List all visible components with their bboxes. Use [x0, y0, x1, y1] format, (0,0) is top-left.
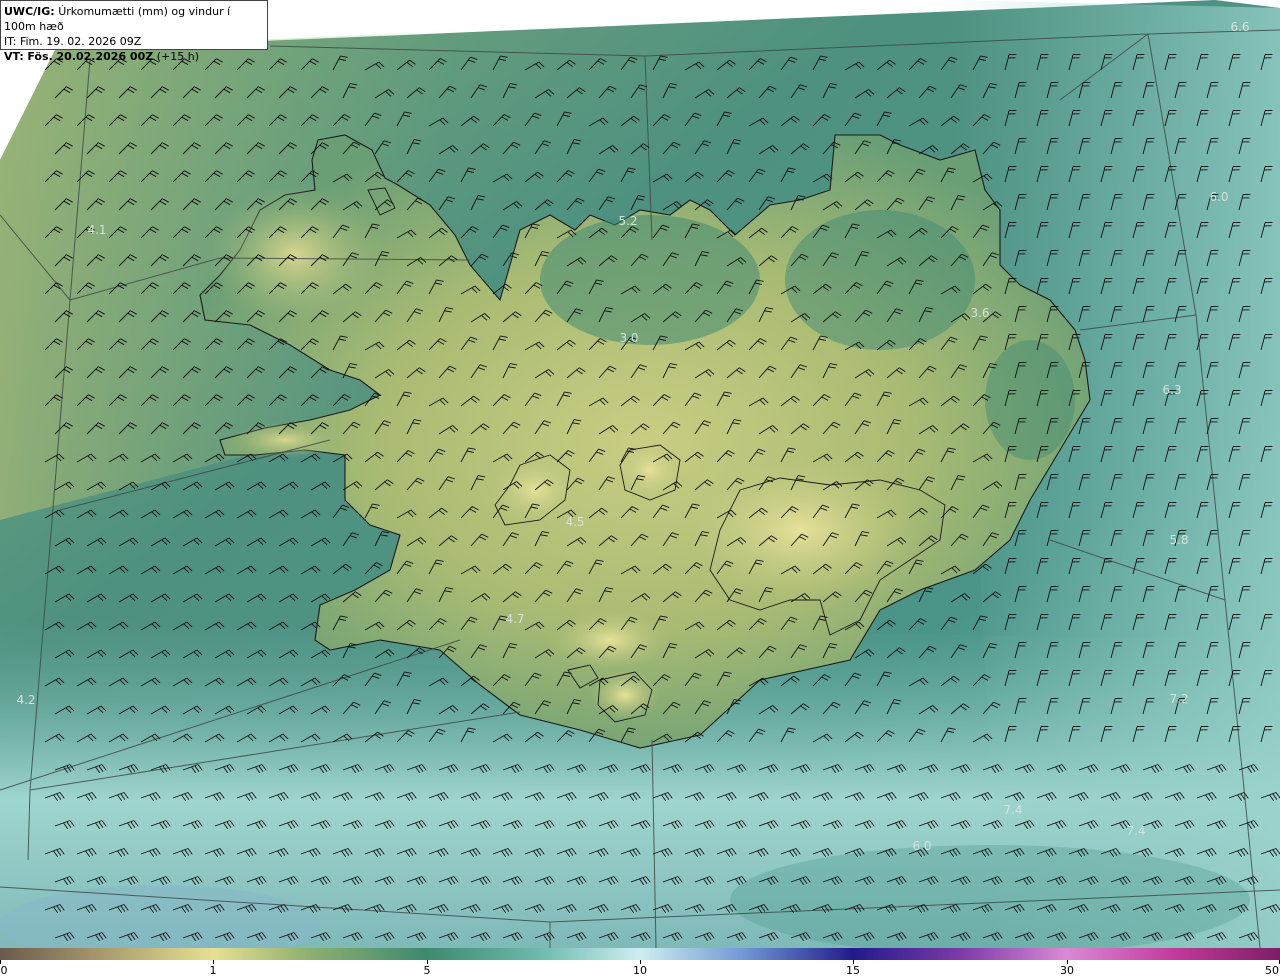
map-info-box: UWC/IG: Úrkomumætti (mm) og vindur í 100…	[0, 0, 268, 63]
colorbar-tick-label: 15	[846, 964, 860, 977]
precip-value-label: 7.4	[1126, 824, 1146, 838]
colorbar-tick-label: 1	[209, 964, 217, 977]
precip-value-label: 6.0	[1209, 190, 1229, 204]
precip-value-label: 7.2	[1169, 692, 1189, 706]
model-name: UWC/IG:	[4, 5, 55, 18]
valid-time-label: VT:	[4, 50, 24, 63]
precip-value-label: 5.2	[618, 214, 638, 228]
colorbar-tick-label: 10	[633, 964, 647, 977]
precip-value-label: 7.4	[1003, 803, 1023, 817]
precip-value-label: 6.3	[1162, 383, 1182, 397]
colorbar-tick-label: 50	[1265, 964, 1279, 977]
colorbar-tick-label: 5	[423, 964, 431, 977]
precip-value-label: 4.5	[565, 515, 585, 529]
precip-value-label: 5.8	[1169, 533, 1189, 547]
weather-map	[0, 0, 1280, 948]
lead-time: (+15 h)	[156, 50, 199, 63]
valid-time-line: VT: Fös. 20.02.2026 00Z (+15 h)	[4, 49, 264, 64]
precip-value-label: 4.1	[87, 223, 107, 237]
colorbar-tick-label: 30	[1060, 964, 1074, 977]
colorbar-tick-label: 0	[0, 964, 8, 977]
precip-value-label: 3.0	[619, 331, 639, 345]
valid-time: Fös. 20.02.2026 00Z	[27, 50, 154, 63]
issue-time: Fim. 19. 02. 2026 09Z	[19, 35, 142, 48]
colorbar: 0 1 5 10 15 30 50	[0, 948, 1280, 978]
precip-value-label: 4.7	[505, 612, 525, 626]
precip-value-label: 3.6	[970, 306, 990, 320]
colorbar-strip	[0, 948, 1280, 960]
issue-time-line: IT: Fim. 19. 02. 2026 09Z	[4, 34, 264, 49]
precip-value-label: 6.6	[1230, 20, 1250, 34]
issue-time-label: IT:	[4, 35, 17, 48]
model-title-line: UWC/IG: Úrkomumætti (mm) og vindur í 100…	[4, 4, 264, 34]
precip-value-label: 6.0	[912, 839, 932, 853]
precip-value-label: 4.2	[16, 693, 36, 707]
